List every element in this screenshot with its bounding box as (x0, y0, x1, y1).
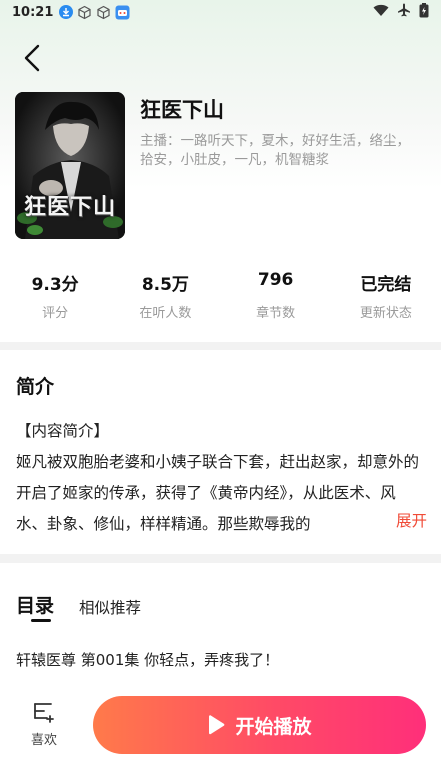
play-label: 开始播放 (235, 715, 312, 738)
like-button[interactable]: 喜欢 (18, 700, 70, 756)
intro-section: 简介 【内容简介】 姬凡被双胞胎老婆和小姨子联合下套，赶出赵家，却意外的开启了姬… (0, 350, 441, 554)
stat-label: 评分 (42, 306, 69, 321)
stat-status: 已完结 更新状态 (331, 270, 441, 321)
add-to-list-icon (34, 703, 54, 723)
status-bar: 10:21 (0, 0, 441, 24)
intro-text: 【内容简介】 姬凡被双胞胎老婆和小姨子联合下套，赶出赵家，却意外的开启了姬家的传… (16, 416, 426, 540)
stat-label: 章节数 (256, 306, 296, 321)
chevron-left-icon (24, 44, 40, 72)
stat-value: 已完结 (360, 275, 412, 295)
wifi-icon (373, 4, 389, 21)
back-button[interactable] (14, 40, 50, 76)
stat-chapters: 796 章节数 (221, 270, 331, 321)
cube-icon (96, 5, 111, 20)
intro-paragraph: 姬凡被双胞胎老婆和小姨子联合下套，赶出赵家，却意外的开启了姬家的传承，获得了《黄… (16, 453, 420, 533)
app-icon (115, 5, 130, 20)
download-icon (59, 5, 74, 19)
stat-value: 9.3分 (31, 275, 79, 295)
book-cover: 狂医下山 (15, 92, 125, 239)
stat-value: 796 (257, 270, 294, 290)
like-label: 喜欢 (30, 733, 57, 748)
cover-title-text: 狂医下山 (23, 195, 116, 220)
tab-similar[interactable]: 相似推荐 (79, 596, 141, 618)
airplane-icon (397, 3, 411, 21)
stat-label: 在听人数 (139, 306, 192, 321)
intro-paragraph: 【内容简介】 (16, 422, 110, 440)
stat-listeners: 8.5万 在听人数 (110, 270, 220, 321)
expand-link[interactable]: 展开 (373, 509, 427, 531)
stat-value: 8.5万 (141, 275, 189, 295)
intro-heading: 简介 (16, 376, 55, 398)
cube-icon (77, 5, 92, 20)
battery-icon (419, 2, 429, 22)
episode-item[interactable]: 轩辕医尊 第001集 你轻点，弄疼我了！ (16, 649, 279, 670)
stat-rating: 9.3分 评分 (0, 270, 110, 321)
book-title: 狂医下山 (140, 98, 224, 122)
play-icon (207, 714, 225, 736)
status-time: 10:21 (12, 4, 54, 20)
tab-active-indicator (31, 619, 51, 622)
stats-row: 9.3分 评分 8.5万 在听人数 796 章节数 已完结 更新状态 (0, 270, 441, 321)
tab-catalog[interactable]: 目录 (16, 591, 54, 618)
book-hosts: 主播：一路听天下，夏木，好好生活，络尘，拾安，小肚皮，一凡，机智糖浆 (140, 133, 410, 168)
start-play-button[interactable]: 开始播放 (93, 696, 426, 754)
stat-label: 更新状态 (359, 306, 412, 321)
